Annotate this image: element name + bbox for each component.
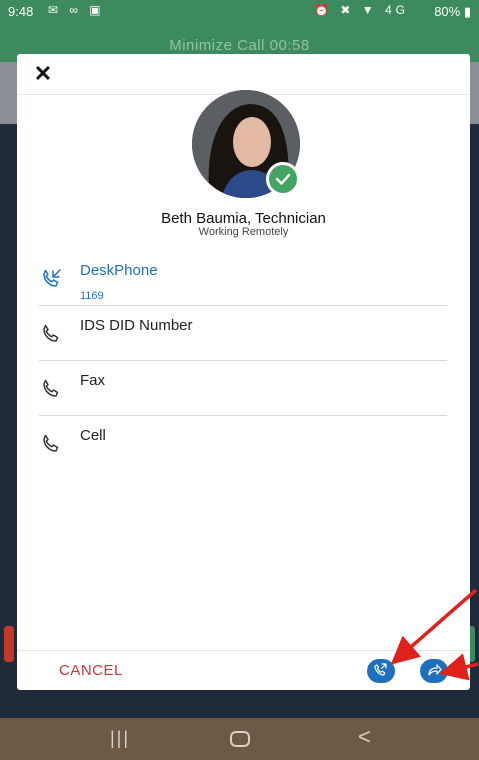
phone-icon [43,324,59,342]
contact-name: Beth Baumia, Technician [161,210,326,227]
row-divider [39,360,447,361]
status-bar: 9:48 ✉ ∞ ▣ ⏰ ✖ ▼ 4G 80% ▮ [0,0,479,24]
number-row-fax[interactable]: Fax [39,367,447,421]
close-button[interactable]: ✕ [31,62,55,86]
system-navigation-bar: ||| < [0,718,479,760]
transfer-call-button[interactable] [367,659,395,683]
number-label: DeskPhone [80,262,158,279]
phone-incoming-icon [43,269,61,287]
number-label: Cell [80,427,106,444]
checkmark-icon [275,173,291,185]
minimize-call-text: Minimize Call 00:58 [169,37,310,54]
recent-apps-button[interactable]: ||| [110,728,130,749]
phone-icon [43,379,59,397]
status-time: 9:48 [8,4,34,19]
forward-arrow-icon [428,664,442,676]
system-status-icons: ⏰ ✖ ▼ 4G [314,3,409,17]
battery-indicator: 80% ▮ [434,4,471,19]
number-row-ids-did[interactable]: IDS DID Number [39,312,447,366]
contact-dialog: ✕ Beth Baumia, Technician Working Remote… [17,54,470,690]
number-label: Fax [80,372,106,389]
cancel-button[interactable]: CANCEL [59,662,123,679]
phone-icon [43,434,59,452]
background-end-call-edge [4,626,14,662]
contact-status: Working Remotely [198,226,289,238]
home-button[interactable] [230,731,250,747]
presence-available-badge [266,162,300,196]
number-row-deskphone[interactable]: DeskPhone 1169 [39,257,447,311]
back-button[interactable]: < [358,724,371,750]
number-label: IDS DID Number [80,317,193,334]
phone-transfer-icon [374,663,387,676]
footer-divider [17,650,470,651]
number-value: 1169 [80,290,104,302]
notification-icons: ✉ ∞ ▣ [48,3,105,17]
close-icon: ✕ [33,61,53,86]
forward-call-button[interactable] [420,659,448,683]
row-divider [39,305,447,306]
row-divider [39,415,447,416]
number-row-cell[interactable]: Cell [39,422,447,476]
